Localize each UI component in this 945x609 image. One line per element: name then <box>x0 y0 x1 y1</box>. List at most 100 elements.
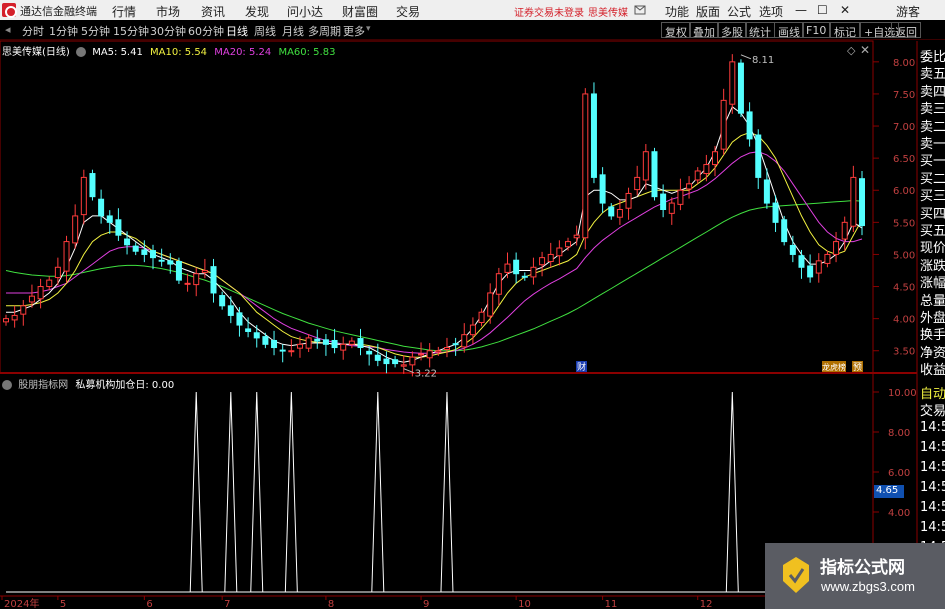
candle <box>599 167 606 213</box>
quote-panel-label[interactable]: 14:56 <box>920 420 945 435</box>
quote-panel-label[interactable]: 卖二 <box>920 116 945 135</box>
quote-panel-label[interactable]: 委比 <box>920 46 945 65</box>
quote-panel-label[interactable]: 卖一 <box>920 133 945 152</box>
quote-panel-label[interactable]: 卖五 <box>920 63 945 82</box>
quote-panel-label[interactable]: 卖四 <box>920 81 945 100</box>
candle <box>469 317 476 345</box>
price-tick-label: 3.50 <box>893 347 915 358</box>
indicator-spike <box>189 391 203 593</box>
high-label: 8.11 <box>752 55 774 66</box>
quote-panel-label[interactable]: 卖三 <box>920 98 945 117</box>
ma20-line <box>6 151 863 354</box>
indicator-spike <box>224 391 238 593</box>
x-tick-label: 11 <box>605 599 618 609</box>
candle <box>400 355 407 374</box>
candle <box>539 251 546 277</box>
candle <box>271 330 278 356</box>
quote-panel-label[interactable]: 总量 <box>920 290 945 309</box>
marker-bang[interactable]: 龙虎榜 <box>822 362 846 372</box>
candle <box>487 283 494 324</box>
price-tick-label: 7.50 <box>893 90 915 101</box>
indicator-spike <box>440 391 454 593</box>
price-tick-label: 5.00 <box>893 250 915 261</box>
quote-panel-label[interactable]: 买五 <box>920 220 945 239</box>
candle <box>746 102 753 147</box>
marker-cai[interactable]: 财 <box>577 361 586 373</box>
quote-panel-label[interactable]: 外盘 <box>920 307 945 326</box>
kline-chart[interactable]: 8.00 7.50 7.00 6.50 6.00 5.50 5.00 4.50 4.00 3.50… <box>0 0 945 609</box>
price-tick-label: 8.00 <box>893 58 915 69</box>
quote-panel-label[interactable]: 14:56 <box>920 520 945 535</box>
candle <box>314 329 321 349</box>
candle <box>89 169 96 201</box>
x-tick-label: 7 <box>224 599 230 609</box>
indicator-spike <box>284 391 298 593</box>
quote-panel-label[interactable]: 涨跌 <box>920 255 945 274</box>
candle <box>46 276 53 291</box>
candle <box>158 248 165 267</box>
quote-panel-label[interactable]: 现价 <box>920 237 945 256</box>
price-tick-label: 5.50 <box>893 218 915 229</box>
candle <box>149 244 156 270</box>
candle <box>495 267 502 306</box>
legend-toggle-icon[interactable] <box>76 47 86 57</box>
watermark-title: 指标公式网 <box>820 558 905 578</box>
indicator-spike <box>371 391 385 593</box>
candle <box>193 267 200 297</box>
price-tick-label: 7.00 <box>893 122 915 133</box>
candle <box>288 339 295 357</box>
candle <box>11 305 18 328</box>
ma60-value: MA60: 5.83 <box>278 47 336 58</box>
quote-panel-label[interactable]: 14:56 <box>920 480 945 495</box>
sub-tick-label: 8.00 <box>888 428 910 439</box>
quote-panel-label[interactable]: 涨幅 <box>920 272 945 291</box>
candle <box>815 253 822 283</box>
marker-yu[interactable]: 预 <box>853 362 862 373</box>
quote-panel-label[interactable]: 14:56 <box>920 460 945 475</box>
candle <box>383 351 390 374</box>
candle <box>625 187 632 220</box>
close-pane-icon[interactable]: ✕ <box>860 43 870 57</box>
candle <box>322 334 329 356</box>
x-tick-label: 12 <box>700 599 713 609</box>
candle <box>530 257 537 285</box>
candle <box>504 252 511 279</box>
price-tick-label: 6.00 <box>893 186 915 197</box>
indicator-spike <box>250 391 264 593</box>
candle <box>565 237 572 251</box>
candle <box>20 300 27 326</box>
candle <box>331 328 338 354</box>
candle <box>340 336 347 360</box>
candle <box>80 169 87 225</box>
quote-panel-label[interactable]: 买一 <box>920 150 945 169</box>
x-tick-label: 5 <box>60 599 66 609</box>
candle <box>590 82 597 184</box>
quote-panel-label[interactable]: 买四 <box>920 203 945 222</box>
candle <box>556 240 563 266</box>
candle <box>789 235 796 263</box>
quote-panel-label[interactable]: 净资 <box>920 342 945 361</box>
candle <box>219 291 226 310</box>
stock-title: 思美传媒(日线) <box>2 47 70 58</box>
sub-legend-toggle-icon[interactable] <box>2 380 12 390</box>
price-tick-label: 4.50 <box>893 283 915 294</box>
candle <box>763 168 770 209</box>
sub-title: 股朋指标网 <box>18 380 69 391</box>
sub-tick-label: 6.00 <box>888 468 910 479</box>
quote-panel-label[interactable]: 换手 <box>920 324 945 343</box>
x-tick-label: 9 <box>423 599 429 609</box>
candle <box>184 273 191 292</box>
main-legend: 思美传媒(日线) MA5: 5.41 MA10: 5.54 MA20: 5.24… <box>2 43 335 58</box>
ma10-line <box>6 131 863 358</box>
candle <box>236 307 243 337</box>
quote-panel-label[interactable]: 买二 <box>920 168 945 187</box>
quote-panel-label[interactable]: 买三 <box>920 185 945 204</box>
quote-panel-label[interactable]: 收益 <box>920 359 945 378</box>
quote-panel-label[interactable]: 14:56 <box>920 500 945 515</box>
quote-panel-label[interactable]: 14:56 <box>920 440 945 455</box>
candle <box>651 147 658 201</box>
quote-panel-label[interactable]: 交易 <box>920 400 945 419</box>
diamond-icon[interactable]: ◇ <box>847 44 855 57</box>
candle <box>175 257 182 284</box>
candle <box>3 314 9 326</box>
